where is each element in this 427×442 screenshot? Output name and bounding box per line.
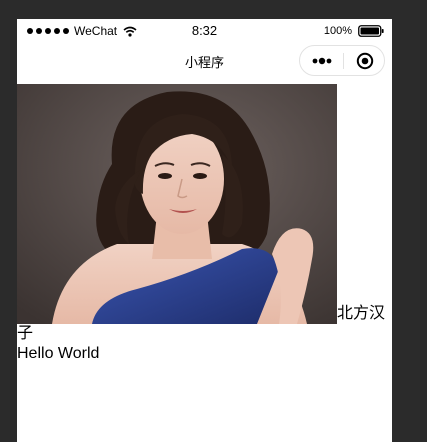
page-content: 北方汉子 Hello World bbox=[17, 84, 392, 364]
phone-screen: WeChat 8:32 100% 小程序 北方汉子 Hello World bbox=[17, 19, 392, 442]
close-miniprogram-button[interactable] bbox=[344, 46, 385, 75]
battery-percent: 100% bbox=[323, 25, 352, 37]
target-close-icon bbox=[356, 52, 373, 69]
status-bar: WeChat 8:32 100% bbox=[17, 19, 392, 44]
battery-icon bbox=[358, 25, 384, 37]
more-dots-icon bbox=[312, 57, 331, 64]
capsule-button-group bbox=[299, 45, 385, 76]
battery-indicator: 100% bbox=[324, 25, 384, 37]
navigation-bar: 小程序 bbox=[17, 44, 392, 84]
portrait-photo bbox=[17, 84, 337, 324]
greeting-text: Hello World bbox=[17, 345, 100, 362]
more-menu-button[interactable] bbox=[300, 46, 343, 75]
